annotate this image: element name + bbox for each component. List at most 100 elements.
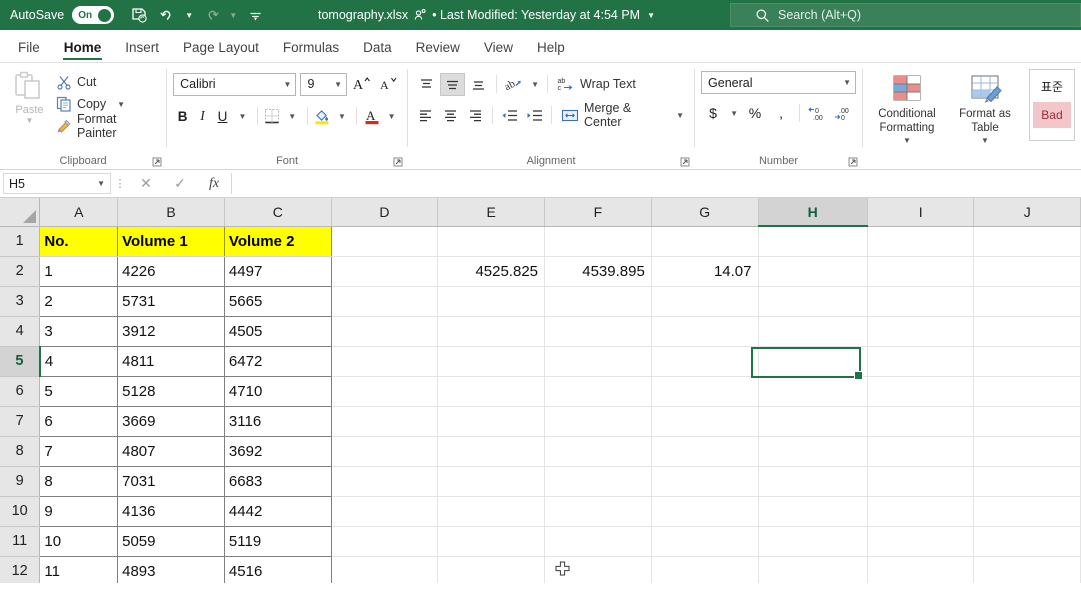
cell-c4[interactable]: 4505 (223, 315, 332, 347)
save-icon[interactable] (126, 3, 152, 27)
cell-g3[interactable] (651, 286, 759, 317)
cell-b2[interactable]: 4226 (117, 255, 225, 287)
cell-j6[interactable] (973, 376, 1081, 407)
align-middle-button[interactable] (440, 72, 466, 96)
font-name-select[interactable]: Calibri ▼ (173, 72, 297, 96)
enter-formula-button[interactable]: ✓ (163, 171, 197, 197)
tab-home[interactable]: Home (52, 36, 114, 62)
cell-h7[interactable] (758, 406, 868, 437)
cell-j8[interactable] (973, 436, 1081, 467)
merge-center-dropdown-caret-icon[interactable]: ▼ (676, 111, 684, 120)
cell-a6[interactable]: 5 (39, 375, 119, 407)
undo-icon[interactable] (154, 3, 180, 27)
cell-d4[interactable] (331, 316, 439, 347)
cell-c12[interactable]: 4516 (223, 555, 332, 583)
cell-j12[interactable] (973, 556, 1081, 583)
cell-b10[interactable]: 4136 (117, 495, 225, 527)
cell-d10[interactable] (331, 496, 439, 527)
formula-input[interactable] (231, 173, 1081, 194)
row-header-11[interactable]: 11 (0, 526, 41, 557)
increase-font-size-button[interactable]: A (351, 73, 374, 96)
cell-b1[interactable]: Volume 1 (117, 226, 225, 257)
row-header-7[interactable]: 7 (0, 406, 41, 437)
conditional-formatting-button[interactable]: Conditional Formatting ▼ (869, 69, 945, 146)
number-dialog-launcher[interactable] (848, 157, 858, 167)
cell-a12[interactable]: 11 (39, 555, 119, 583)
row-header-6[interactable]: 6 (0, 376, 41, 407)
cell-a10[interactable]: 9 (39, 495, 119, 527)
cell-styles-gallery[interactable]: 표준 Bad (1028, 69, 1075, 141)
cell-a1[interactable]: No. (39, 226, 119, 257)
cell-b3[interactable]: 5731 (117, 285, 225, 317)
cell-c2[interactable]: 4497 (223, 255, 332, 287)
cell-c3[interactable]: 5665 (223, 285, 332, 317)
row-header-4[interactable]: 4 (0, 316, 41, 347)
wrap-text-button[interactable]: ab c Wrap Text (553, 73, 640, 96)
cell-f10[interactable] (544, 496, 652, 527)
paste-button[interactable]: Paste ▼ (6, 67, 53, 169)
cell-a7[interactable]: 6 (39, 405, 119, 437)
cell-c11[interactable]: 5119 (223, 525, 332, 557)
cell-h5[interactable] (758, 346, 868, 377)
cell-g4[interactable] (651, 316, 759, 347)
cell-d8[interactable] (331, 436, 439, 467)
cell-b5[interactable]: 4811 (117, 345, 225, 377)
tab-view[interactable]: View (472, 36, 525, 62)
cell-d7[interactable] (331, 406, 439, 437)
column-header-e[interactable]: E (437, 198, 546, 227)
cell-h12[interactable] (758, 556, 868, 583)
cell-d1[interactable] (331, 226, 439, 257)
autosave-toggle[interactable]: On (72, 6, 115, 24)
align-left-button[interactable] (414, 104, 438, 127)
font-color-button[interactable]: A (362, 105, 381, 128)
row-header-5[interactable]: 5 (0, 346, 41, 377)
row-header-1[interactable]: 1 (0, 226, 41, 257)
italic-button[interactable]: I (193, 105, 212, 128)
cell-e9[interactable] (437, 466, 546, 497)
column-header-a[interactable]: A (39, 198, 119, 227)
borders-dropdown-caret-icon[interactable]: ▼ (283, 105, 302, 128)
alignment-dialog-launcher[interactable] (680, 157, 690, 167)
cell-f8[interactable] (544, 436, 652, 467)
cell-e8[interactable] (437, 436, 546, 467)
cell-h11[interactable] (758, 526, 868, 557)
cell-b12[interactable]: 4893 (117, 555, 225, 583)
cell-e12[interactable] (437, 556, 546, 583)
insert-function-button[interactable]: fx (197, 171, 231, 197)
cell-c5[interactable]: 6472 (223, 345, 332, 377)
row-header-12[interactable]: 12 (0, 556, 41, 583)
cell-b6[interactable]: 5128 (117, 375, 225, 407)
cell-i10[interactable] (867, 496, 975, 527)
cell-b8[interactable]: 4807 (117, 435, 225, 467)
cell-c8[interactable]: 3692 (223, 435, 332, 467)
tab-insert[interactable]: Insert (113, 36, 171, 62)
currency-format-button[interactable]: $ (701, 102, 725, 125)
cell-g10[interactable] (651, 496, 759, 527)
row-header-9[interactable]: 9 (0, 466, 41, 497)
cell-j7[interactable] (973, 406, 1081, 437)
orientation-button[interactable]: ab (502, 73, 527, 96)
cell-h4[interactable] (758, 316, 868, 347)
align-top-button[interactable] (414, 73, 439, 96)
borders-button[interactable] (263, 105, 282, 128)
cell-c10[interactable]: 4442 (223, 495, 332, 527)
column-header-g[interactable]: G (651, 198, 759, 227)
align-right-button[interactable] (463, 104, 487, 127)
bold-button[interactable]: B (173, 105, 192, 128)
currency-dropdown-caret-icon[interactable]: ▼ (727, 102, 741, 125)
cell-d6[interactable] (331, 376, 439, 407)
document-title-area[interactable]: tomography.xlsx • Last Modified: Yesterd… (318, 0, 655, 30)
row-header-8[interactable]: 8 (0, 436, 41, 467)
decrease-font-size-button[interactable]: A (378, 73, 401, 96)
font-dialog-launcher[interactable] (393, 157, 403, 167)
cell-c9[interactable]: 6683 (223, 465, 332, 497)
cell-f2[interactable]: 4539.895 (544, 256, 652, 287)
name-box[interactable]: H5 ▼ (3, 173, 111, 194)
cell-g12[interactable] (651, 556, 759, 583)
cell-g2[interactable]: 14.07 (651, 256, 759, 287)
cell-j2[interactable] (973, 256, 1081, 287)
cell-d5[interactable] (331, 346, 439, 377)
row-header-10[interactable]: 10 (0, 496, 41, 527)
percent-format-button[interactable]: % (743, 102, 767, 125)
font-size-select[interactable]: 9 ▼ (300, 72, 348, 96)
